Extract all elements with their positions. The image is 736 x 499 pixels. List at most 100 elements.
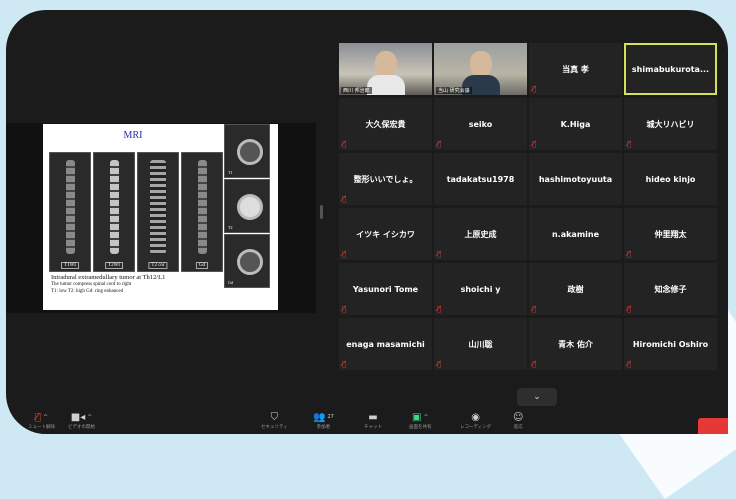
scan-label: Gd <box>195 262 209 269</box>
participant-tile[interactable]: 仲里翔太 🎙̸ <box>624 208 717 260</box>
toolbar-label: レコーディング <box>460 425 492 430</box>
participant-tile[interactable]: enaga masamichi 🎙̸ <box>339 318 432 370</box>
slide-title: MRI <box>123 130 143 141</box>
participants-button[interactable]: 👥 27 参加者 <box>313 412 334 430</box>
participant-tile[interactable]: イツキ イシカワ 🎙̸ <box>339 208 432 260</box>
cord-image <box>237 139 263 165</box>
chevron-down-icon: ⌄ <box>533 392 541 402</box>
muted-mic-icon: 🎙̸ <box>342 360 347 368</box>
spine-image <box>198 160 207 255</box>
participant-tile[interactable]: hashimotoyuuta <box>529 153 622 205</box>
spine-image <box>110 160 119 255</box>
axial-scan-gd: Gd <box>224 234 270 288</box>
muted-mic-icon: 🎙̸ <box>437 360 442 368</box>
toolbar-label: チャット <box>364 425 382 430</box>
muted-mic-icon: 🎙̸ <box>342 250 347 258</box>
muted-mic-icon: 🎙̸ <box>627 305 632 313</box>
participant-name: 青木 佑介 <box>558 339 593 349</box>
participant-tile[interactable]: 知念修子 🎙̸ <box>624 263 717 315</box>
caption-line: The tumor compress spinal cord to right <box>51 282 132 287</box>
participant-name: seiko <box>468 119 493 129</box>
participant-video-tile[interactable]: 西川 邦治郎 <box>339 43 432 95</box>
participant-tile[interactable]: shoichi y 🎙̸ <box>434 263 527 315</box>
toolbar-label: ビデオの開始 <box>68 425 95 430</box>
participant-tile[interactable]: tadakatsu1978 <box>434 153 527 205</box>
participant-tile[interactable]: 山川聡 🎙̸ <box>434 318 527 370</box>
muted-mic-icon: 🎙̸ <box>627 250 632 258</box>
participant-tile[interactable]: 青木 佑介 🎙̸ <box>529 318 622 370</box>
caption-line: T1: low T2: high Gd: ring enhanced <box>51 289 124 294</box>
chevron-up-icon[interactable]: ^ <box>43 412 48 423</box>
end-meeting-button[interactable] <box>698 418 728 434</box>
participant-name: enaga masamichi <box>346 339 425 349</box>
participants-icon: 👥 27 <box>313 412 334 423</box>
participant-name: 大久保宏貴 <box>365 119 406 129</box>
scan-label: T1WI <box>61 262 79 269</box>
participant-tile[interactable]: 大久保宏貴 🎙̸ <box>339 98 432 150</box>
muted-mic-icon: 🎙̸ <box>437 140 442 148</box>
axial-label: T1 <box>228 170 233 175</box>
participant-face <box>470 51 492 77</box>
reactions-button[interactable]: ☺ 反応 <box>513 412 523 430</box>
participant-tile[interactable]: hideo kinjo <box>624 153 717 205</box>
slide-page: MRI T1WI T2WI T2 cor Gd T1 T2 Gd Intradu… <box>43 124 278 310</box>
scan-label: T2WI <box>105 262 123 269</box>
axial-scan-t1: T1 <box>224 124 270 178</box>
toolbar-label: セキュリティ <box>261 425 288 430</box>
muted-mic-icon: 🎙̸ <box>437 305 442 313</box>
gallery-next-page-button[interactable]: ⌄ <box>517 388 557 406</box>
scan-gd: Gd <box>181 152 223 272</box>
share-screen-icon: ▣ ^ <box>412 412 429 423</box>
spine-image <box>150 160 166 255</box>
participant-tile[interactable]: seiko 🎙̸ <box>434 98 527 150</box>
participant-tile[interactable]: 上原史成 🎙̸ <box>434 208 527 260</box>
chevron-up-icon[interactable]: ^ <box>87 412 92 423</box>
security-button[interactable]: ⛉ セキュリティ <box>261 412 288 430</box>
participant-tile[interactable]: K.Higa 🎙̸ <box>529 98 622 150</box>
participant-tile[interactable]: n.akamine <box>529 208 622 260</box>
participant-name: 上原史成 <box>464 229 497 239</box>
participant-tile[interactable]: 城大リハビリ 🎙̸ <box>624 98 717 150</box>
reaction-emoji-icon: ☺ <box>513 412 524 423</box>
participant-tile[interactable]: Yasunori Tome 🎙̸ <box>339 263 432 315</box>
muted-mic-icon: 🎙̸ <box>532 85 537 93</box>
video-name-label: 当山 研究会議 <box>436 87 472 94</box>
unmute-button[interactable]: 🎙̸ ^ ミュート解除 <box>28 412 55 430</box>
participant-name: 政樹 <box>567 284 584 294</box>
muted-mic-icon: 🎙̸ <box>342 195 347 203</box>
participant-tile[interactable]: Hiromichi Oshiro 🎙̸ <box>624 318 717 370</box>
participant-name: Yasunori Tome <box>352 284 419 294</box>
participant-name: shimabukurota... <box>631 64 710 74</box>
participant-face <box>375 51 397 77</box>
participant-name: n.akamine <box>551 229 600 239</box>
toolbar-label: 参加者 <box>316 425 331 430</box>
participant-name: Hiromichi Oshiro <box>632 339 709 349</box>
participant-tile-active-speaker[interactable]: shimabukurota... <box>624 43 717 95</box>
muted-mic-icon: 🎙̸ <box>342 305 347 313</box>
participant-name: 当真 孝 <box>562 64 589 74</box>
muted-mic-icon: 🎙̸ <box>342 140 347 148</box>
participants-count: 27 <box>327 414 334 420</box>
split-divider-handle[interactable] <box>320 205 323 219</box>
share-screen-button[interactable]: ▣ ^ 画面を共有 <box>409 412 432 430</box>
participant-video-tile[interactable]: 当山 研究会議 <box>434 43 527 95</box>
scan-t1wi: T1WI <box>49 152 91 272</box>
record-button[interactable]: ◉ レコーディング <box>460 412 491 430</box>
chat-button[interactable]: ▬ チャット <box>364 412 382 430</box>
cord-image <box>237 194 263 220</box>
record-icon: ◉ <box>471 412 480 423</box>
participant-name: 知念修子 <box>654 284 687 294</box>
participant-tile[interactable]: 政樹 🎙̸ <box>529 263 622 315</box>
participant-name: K.Higa <box>560 119 591 129</box>
chevron-up-icon[interactable]: ^ <box>423 412 428 423</box>
participant-tile[interactable]: 当真 孝 🎙̸ <box>529 43 622 95</box>
participant-name: hashimotoyuuta <box>538 174 613 184</box>
meeting-toolbar: 🎙̸ ^ ミュート解除 ■◂ ^ ビデオの開始 ⛉ セキュリティ 👥 27 参加者 ▬… <box>6 410 728 434</box>
muted-mic-icon: 🎙̸ <box>627 140 632 148</box>
axial-label: T2 <box>228 225 233 230</box>
start-video-button[interactable]: ■◂ ^ ビデオの開始 <box>68 412 95 430</box>
participant-tile[interactable]: 整形いいでしょ。 🎙̸ <box>339 153 432 205</box>
toolbar-label: 画面を共有 <box>409 425 432 430</box>
meeting-window: MRI T1WI T2WI T2 cor Gd T1 T2 Gd Intradu… <box>6 10 728 434</box>
muted-mic-icon: 🎙̸ <box>437 250 442 258</box>
